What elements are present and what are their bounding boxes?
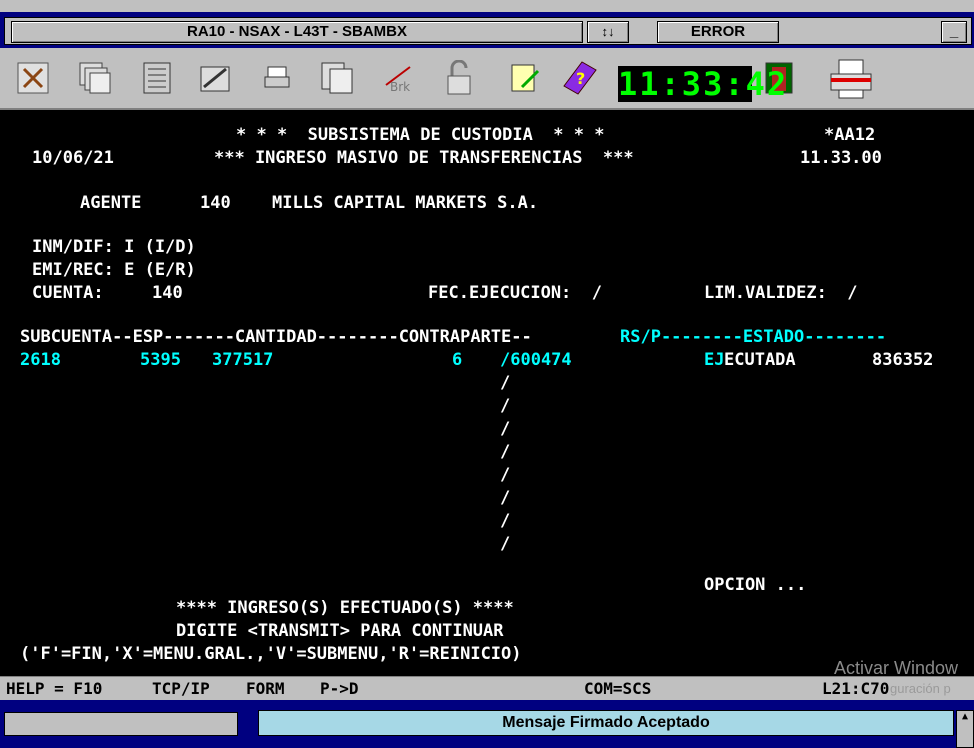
session-title: RA10 - NSAX - L43T - SBAMBX — [11, 21, 583, 43]
title-bar-inner: RA10 - NSAX - L43T - SBAMBX ↕↓ ERROR _ — [4, 17, 972, 45]
screen-title: *** INGRESO MASIVO DE TRANSFERENCIAS *** — [214, 148, 634, 168]
help-book-icon[interactable]: ? — [560, 58, 598, 98]
empty-row-slash[interactable]: / — [500, 395, 510, 417]
inm-dif-field[interactable]: INM/DIF: I (I/D) — [32, 236, 196, 258]
com-indicator: COM=SCS — [584, 679, 652, 698]
pd-indicator: P->D — [320, 679, 359, 698]
activation-watermark: Activar Window — [834, 658, 959, 676]
row-estado-prefix: EJ — [704, 350, 725, 370]
tcp-ip-indicator: TCP/IP — [152, 679, 210, 698]
book-icon[interactable] — [138, 58, 176, 98]
message-bar: Mensaje Firmado Aceptado ▲ — [0, 700, 974, 748]
row-contraparte[interactable]: 6 — [452, 349, 462, 371]
help-key: HELP = F10 — [6, 679, 103, 698]
error-button[interactable]: ERROR — [657, 21, 779, 43]
copy-icon[interactable] — [318, 58, 356, 98]
row-number: 836352 — [872, 350, 934, 370]
cursor-position: L21:C70 — [822, 679, 890, 698]
brk-icon[interactable]: Brk — [380, 58, 418, 98]
form-indicator: FORM — [246, 679, 285, 698]
continue-message: DIGITE <TRANSMIT> PARA CONTINUAR — [176, 621, 504, 641]
table-header-status: RS/P--------ESTADO-------- — [620, 327, 887, 347]
cuenta-field[interactable]: 140 — [152, 282, 183, 304]
svg-text:Brk: Brk — [390, 80, 410, 94]
row-subcuenta[interactable]: 2618 — [20, 349, 61, 371]
empty-row-slash[interactable]: / — [500, 441, 510, 463]
empty-row-slash[interactable]: / — [500, 464, 510, 486]
toolbar: Brk ? — [0, 48, 974, 110]
row-cantidad[interactable]: 377517 — [212, 349, 273, 371]
agente-number: 140 — [200, 193, 231, 213]
resize-icon[interactable]: ↕↓ — [587, 21, 629, 43]
svg-text:?: ? — [576, 69, 585, 88]
activation-watermark-2: guración p — [890, 681, 951, 696]
empty-row-slash[interactable]: / — [500, 533, 510, 555]
table-header-main: SUBCUENTA--ESP-------CANTIDAD--------CON… — [20, 327, 532, 347]
terminal-screen: * * * SUBSISTEMA DE CUSTODIA * * * *AA12… — [0, 110, 974, 676]
empty-row-slash[interactable]: / — [500, 487, 510, 509]
success-message: **** INGRESO(S) EFECTUADO(S) **** — [176, 598, 514, 618]
screen-date: 10/06/21 — [32, 148, 114, 168]
minimize-button[interactable]: _ — [941, 21, 967, 43]
title-bar: RA10 - NSAX - L43T - SBAMBX ↕↓ ERROR _ — [0, 12, 974, 48]
empty-row-slash[interactable]: / — [500, 510, 510, 532]
opcion-field[interactable]: OPCION ... — [704, 574, 806, 596]
fec-ejecucion-field[interactable]: FEC.EJECUCION: / — [428, 282, 602, 304]
notepad-icon[interactable] — [506, 58, 544, 98]
screen-code: *AA12 — [824, 125, 876, 145]
lock-icon[interactable] — [440, 58, 478, 98]
message-scrollbar[interactable]: ▲ — [956, 710, 974, 748]
agente-label: AGENTE — [80, 193, 142, 213]
key-options: ('F'=FIN,'X'=MENU.GRAL.,'V'=SUBMENU,'R'=… — [20, 644, 522, 664]
screen-time: 11.33.00 — [800, 148, 882, 168]
cuenta-label: CUENTA: — [32, 283, 104, 303]
tools-icon[interactable] — [14, 58, 52, 98]
lim-validez-field[interactable]: LIM.VALIDEZ: / — [704, 282, 858, 304]
clock-display: 11:33:42 — [618, 65, 789, 103]
windows-icon[interactable] — [76, 58, 114, 98]
row-rsp[interactable]: /600474 — [500, 349, 572, 371]
status-line: HELP = F10 TCP/IP FORM P->D COM=SCS L21:… — [0, 676, 974, 701]
empty-row-slash[interactable]: / — [500, 418, 510, 440]
row-estado: ECUTADA — [724, 350, 796, 370]
message-text: Mensaje Firmado Aceptado — [258, 710, 954, 736]
agente-name: MILLS CAPITAL MARKETS S.A. — [272, 193, 539, 213]
row-esp[interactable]: 5395 — [140, 349, 181, 371]
message-left-box — [4, 712, 238, 736]
empty-row-slash[interactable]: / — [500, 372, 510, 394]
edit-icon[interactable] — [196, 58, 234, 98]
subsystem-title: * * * SUBSISTEMA DE CUSTODIA * * * — [236, 125, 605, 145]
printer-icon[interactable] — [826, 58, 876, 99]
printer-small-icon[interactable] — [258, 58, 296, 98]
emi-rec-field[interactable]: EMI/REC: E (E/R) — [32, 259, 196, 281]
